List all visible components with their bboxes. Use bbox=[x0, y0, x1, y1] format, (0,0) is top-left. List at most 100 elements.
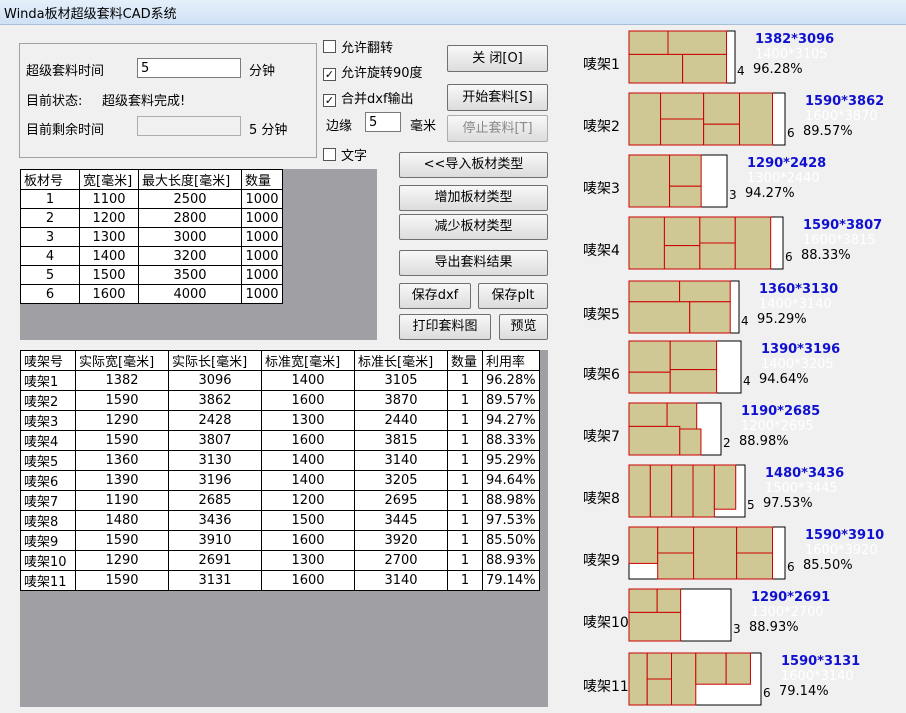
marker-actual-size: 1590*3910 bbox=[805, 528, 885, 543]
marker-actual-size: 1590*3862 bbox=[805, 94, 885, 109]
marker-preview-item[interactable]: 唛架9 6 1590*3910 1600*3920 85.50% bbox=[578, 524, 906, 584]
table-cell: 1 bbox=[447, 430, 483, 451]
save-plt-button[interactable]: 保存plt bbox=[478, 283, 548, 309]
print-layout-button[interactable]: 打印套料图 bbox=[399, 314, 491, 340]
marker-preview-item[interactable]: 唛架4 6 1590*3807 1600*3815 88.33% bbox=[578, 214, 906, 274]
marker-name: 唛架7 bbox=[583, 429, 620, 445]
marker-preview-panel[interactable]: 唛架1 4 1382*3096 1400*3105 96.28% 唛架2 6 1590*386… bbox=[578, 26, 906, 713]
preview-button[interactable]: 预览 bbox=[499, 314, 548, 340]
column-header[interactable]: 数量 bbox=[241, 169, 283, 190]
stop-button[interactable]: 停止套料[T] bbox=[447, 115, 548, 142]
table-cell: 3131 bbox=[168, 570, 262, 591]
nested-piece bbox=[628, 402, 668, 427]
marker-preview-item[interactable]: 唛架10 3 1290*2691 1300*2700 88.93% bbox=[578, 586, 906, 646]
marker-preview-item[interactable]: 唛架3 3 1290*2428 1300*2440 94.27% bbox=[578, 152, 906, 212]
table-row[interactable]: 唛架8 1480 3436 1500 3445 1 97.53% bbox=[20, 510, 540, 531]
marker-name: 唛架2 bbox=[583, 119, 620, 135]
marker-name: 唛架6 bbox=[583, 367, 620, 383]
table-cell: 1382 bbox=[75, 370, 169, 391]
export-result-button[interactable]: 导出套料结果 bbox=[399, 250, 548, 276]
nested-piece bbox=[646, 652, 673, 680]
nested-piece bbox=[669, 369, 718, 394]
marker-actual-size: 1190*2685 bbox=[741, 404, 821, 419]
table-row[interactable]: 2 1200 2800 1000 bbox=[20, 208, 283, 228]
close-button[interactable]: 关 闭[O] bbox=[447, 45, 548, 72]
table-row[interactable]: 5 1500 3500 1000 bbox=[20, 265, 283, 285]
table-row[interactable]: 唛架7 1190 2685 1200 2695 1 88.98% bbox=[20, 490, 540, 511]
time-input[interactable]: 5 bbox=[137, 58, 241, 78]
marker-preview-item[interactable]: 唛架1 4 1382*3096 1400*3105 96.28% bbox=[578, 28, 906, 88]
marker-preview-item[interactable]: 唛架2 6 1590*3862 1600*3870 89.57% bbox=[578, 90, 906, 150]
table-cell: 3130 bbox=[168, 450, 262, 471]
marker-preview-item[interactable]: 唛架7 2 1190*2685 1200*2695 88.98% bbox=[578, 400, 906, 460]
table-row[interactable]: 唛架4 1590 3807 1600 3815 1 88.33% bbox=[20, 430, 540, 451]
table-cell: 唛架9 bbox=[20, 530, 76, 551]
marker-piece-count: 6 bbox=[787, 560, 795, 574]
start-button[interactable]: 开始套料[S] bbox=[447, 84, 548, 111]
text-checkbox[interactable]: 文字 bbox=[323, 145, 367, 164]
table-row[interactable]: 唛架10 1290 2691 1300 2700 1 88.93% bbox=[20, 550, 540, 571]
column-header[interactable]: 实际宽[毫米] bbox=[75, 350, 169, 371]
marker-utilization: 94.27% bbox=[745, 186, 795, 201]
table-row[interactable]: 唛架11 1590 3131 1600 3140 1 79.14% bbox=[20, 570, 540, 591]
table-row[interactable]: 唛架1 1382 3096 1400 3105 1 96.28% bbox=[20, 370, 540, 391]
table-row[interactable]: 唛架9 1590 3910 1600 3920 1 85.50% bbox=[20, 530, 540, 551]
column-header[interactable]: 唛架号 bbox=[20, 350, 76, 371]
plate-type-grid[interactable]: 板材号 宽[毫米] 最大长度[毫米] 数量 1 1100 2500 1000 2 1200 280… bbox=[20, 169, 377, 340]
remove-plate-type-button[interactable]: 减少板材类型 bbox=[399, 214, 548, 240]
marker-utilization: 97.53% bbox=[763, 496, 813, 511]
table-row[interactable]: 6 1600 4000 1000 bbox=[20, 284, 283, 304]
nested-piece bbox=[657, 552, 695, 580]
table-row[interactable]: 唛架3 1290 2428 1300 2440 1 94.27% bbox=[20, 410, 540, 431]
table-cell: 1190 bbox=[75, 490, 169, 511]
marker-utilization: 88.93% bbox=[749, 620, 799, 635]
marker-layout-thumbnail bbox=[628, 216, 784, 270]
merge-dxf-checkbox[interactable]: ✓ 合并dxf输出 bbox=[323, 88, 414, 107]
table-cell: 1300 bbox=[79, 227, 139, 247]
marker-preview-item[interactable]: 唛架6 4 1390*3196 1400*3205 94.64% bbox=[578, 338, 906, 398]
column-header[interactable]: 宽[毫米] bbox=[79, 169, 139, 190]
table-cell: 85.50% bbox=[482, 530, 540, 551]
table-cell: 唛架1 bbox=[20, 370, 76, 391]
marker-layout-thumbnail bbox=[628, 340, 742, 394]
table-row[interactable]: 3 1300 3000 1000 bbox=[20, 227, 283, 247]
column-header[interactable]: 标准宽[毫米] bbox=[261, 350, 355, 371]
table-cell: 1600 bbox=[261, 530, 355, 551]
marker-preview-item[interactable]: 唛架11 6 1590*3131 1600*3140 79.14% bbox=[578, 650, 906, 710]
table-cell: 唛架3 bbox=[20, 410, 76, 431]
table-cell: 2800 bbox=[138, 208, 242, 228]
column-header[interactable]: 最大长度[毫米] bbox=[138, 169, 242, 190]
column-header[interactable]: 利用率 bbox=[482, 350, 540, 371]
save-dxf-button[interactable]: 保存dxf bbox=[399, 283, 471, 309]
column-header[interactable]: 标准长[毫米] bbox=[354, 350, 448, 371]
allow-rotate-checkbox[interactable]: ✓ 允许旋转90度 bbox=[323, 62, 423, 81]
table-row[interactable]: 4 1400 3200 1000 bbox=[20, 246, 283, 266]
table-row[interactable]: 唛架2 1590 3862 1600 3870 1 89.57% bbox=[20, 390, 540, 411]
import-plate-type-button[interactable]: <<导入板材类型 bbox=[399, 152, 548, 178]
result-grid[interactable]: 唛架号 实际宽[毫米] 实际长[毫米] 标准宽[毫米] 标准长[毫米] 数量 利用率 唛架1… bbox=[20, 350, 548, 707]
table-row[interactable]: 1 1100 2500 1000 bbox=[20, 189, 283, 209]
table-cell: 1 bbox=[447, 490, 483, 511]
nested-piece bbox=[699, 216, 736, 244]
nested-piece bbox=[628, 371, 671, 394]
nested-piece bbox=[628, 154, 671, 208]
marker-name: 唛架4 bbox=[583, 243, 620, 259]
add-plate-type-button[interactable]: 增加板材类型 bbox=[399, 185, 548, 211]
table-row[interactable]: 唛架6 1390 3196 1400 3205 1 94.64% bbox=[20, 470, 540, 491]
table-row[interactable]: 唛架5 1360 3130 1400 3140 1 95.29% bbox=[20, 450, 540, 471]
column-header[interactable]: 实际长[毫米] bbox=[168, 350, 262, 371]
marker-layout-thumbnail bbox=[628, 92, 786, 146]
marker-actual-size: 1480*3436 bbox=[765, 466, 845, 481]
allow-flip-checkbox[interactable]: 允许翻转 bbox=[323, 37, 393, 56]
table-cell: 3445 bbox=[354, 510, 448, 531]
nested-piece bbox=[657, 526, 695, 554]
margin-input[interactable]: 5 bbox=[365, 112, 401, 132]
table-cell: 3436 bbox=[168, 510, 262, 531]
column-header[interactable]: 板材号 bbox=[20, 169, 80, 190]
marker-preview-item[interactable]: 唛架5 4 1360*3130 1400*3140 95.29% bbox=[578, 278, 906, 338]
table-cell: 1 bbox=[447, 510, 483, 531]
marker-layout-thumbnail bbox=[628, 464, 746, 518]
nested-piece bbox=[628, 301, 691, 334]
marker-preview-item[interactable]: 唛架8 5 1480*3436 1500*3445 97.53% bbox=[578, 462, 906, 522]
column-header[interactable]: 数量 bbox=[447, 350, 483, 371]
